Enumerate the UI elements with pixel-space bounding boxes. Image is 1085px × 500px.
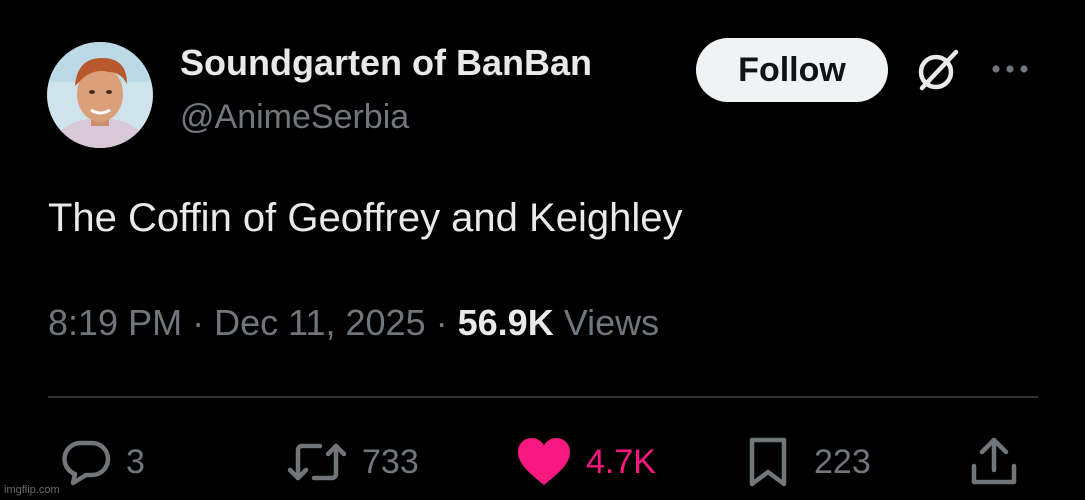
bookmark-count: 223 xyxy=(814,442,871,481)
follow-button[interactable]: Follow xyxy=(696,38,888,102)
tweet-text: The Coffin of Geoffrey and Keighley xyxy=(48,196,683,240)
avatar[interactable] xyxy=(47,42,153,148)
share-button[interactable] xyxy=(970,432,1018,492)
views-count: 56.9K xyxy=(457,302,554,343)
share-icon xyxy=(971,437,1017,485)
bookmark-icon xyxy=(749,437,787,487)
author-display-name[interactable]: Soundgarten of BanBan xyxy=(180,42,592,84)
repost-count: 733 xyxy=(362,442,419,481)
tweet-date[interactable]: Dec 11, 2025 xyxy=(214,302,425,343)
more-icon[interactable] xyxy=(990,60,1030,78)
like-icon xyxy=(518,438,570,485)
like-button[interactable]: 4.7K xyxy=(516,432,656,492)
reply-button[interactable]: 3 xyxy=(60,432,145,492)
divider xyxy=(48,396,1038,398)
meta-separator: · xyxy=(435,302,448,343)
reply-icon xyxy=(62,440,111,486)
reply-count: 3 xyxy=(126,442,145,481)
repost-icon xyxy=(287,443,347,481)
views-label: Views xyxy=(563,302,660,343)
like-count: 4.7K xyxy=(586,442,656,481)
tweet-meta: 8:19 PM · Dec 11, 2025 · 56.9K Views xyxy=(48,302,659,344)
bookmark-button[interactable]: 223 xyxy=(748,432,871,492)
grok-icon[interactable] xyxy=(912,44,964,96)
tweet-time[interactable]: 8:19 PM xyxy=(48,302,182,343)
meta-separator: · xyxy=(192,302,205,343)
author-handle[interactable]: @AnimeSerbia xyxy=(180,98,409,137)
watermark: imgflip.com xyxy=(4,484,60,496)
repost-button[interactable]: 733 xyxy=(286,432,419,492)
